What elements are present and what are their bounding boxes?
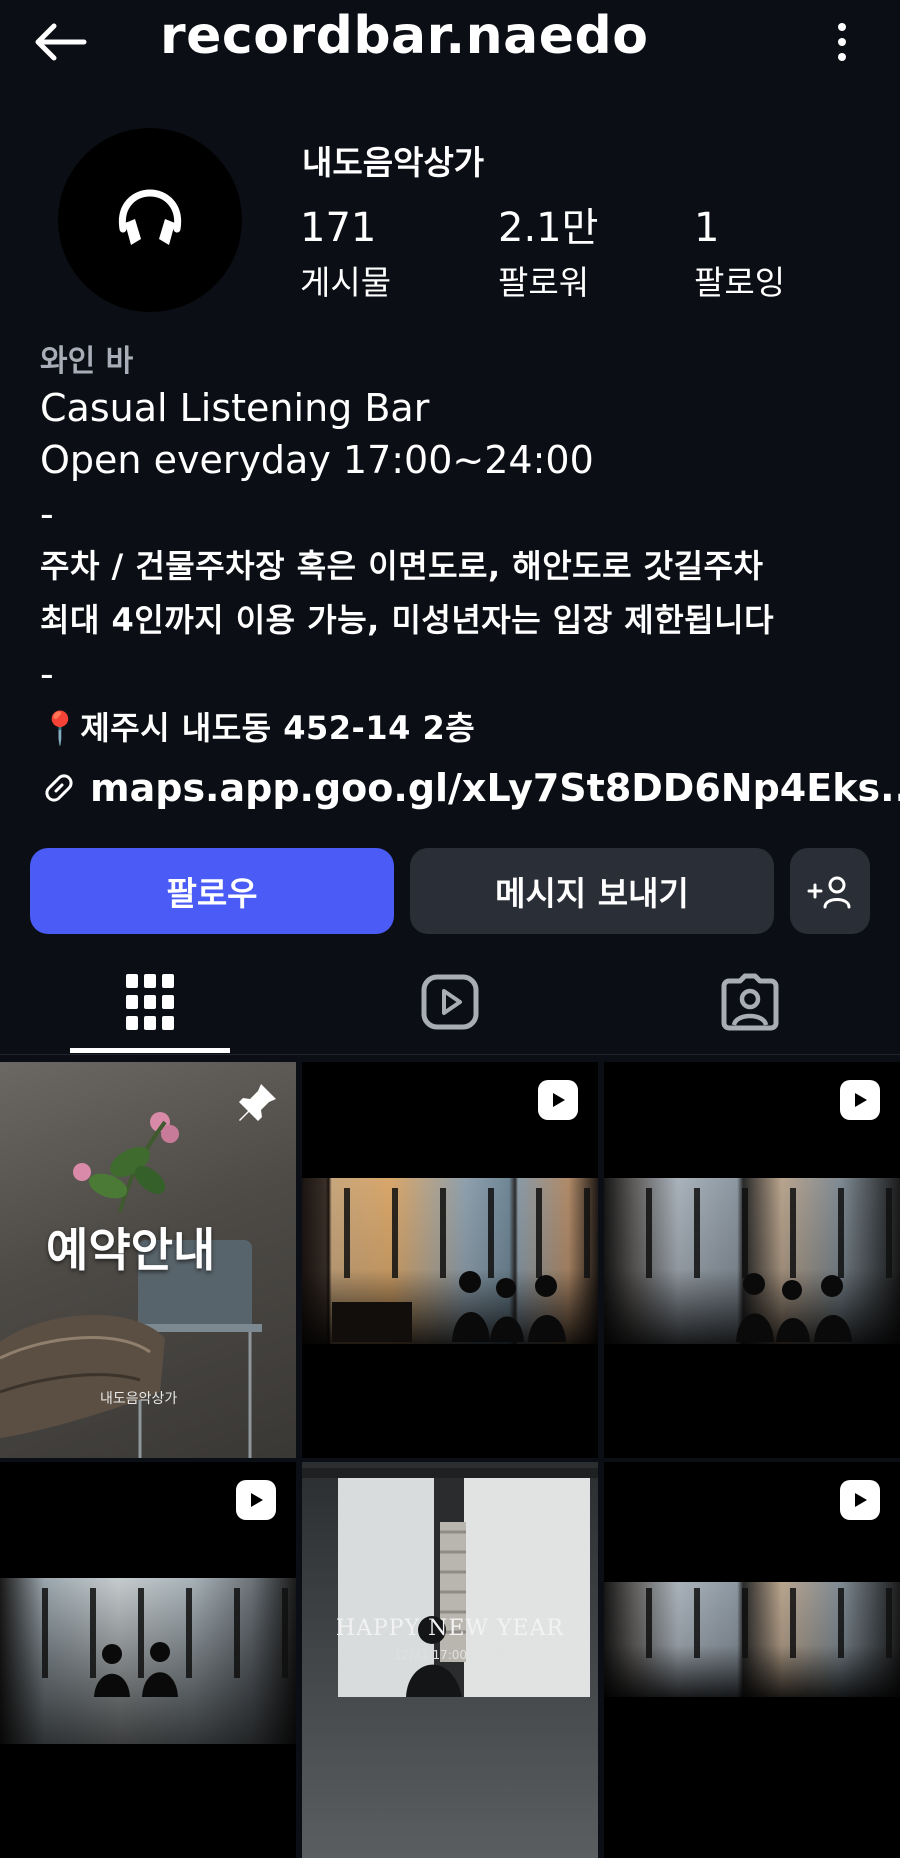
post-title-text: 예약안내 [46,1223,216,1277]
posts-count: 171 [300,205,377,251]
tabs-divider [0,1054,900,1055]
add-person-icon [807,876,851,909]
tagged-person-icon [721,973,779,1031]
following-stat[interactable]: 1 팔로잉 [694,206,864,304]
grid-icon [126,974,174,1030]
reel-icon [840,1480,880,1520]
profile-display-name: 내도음악상가 [302,143,485,182]
following-count: 1 [694,205,720,251]
link-icon [45,774,73,802]
suggested-accounts-button[interactable] [790,848,870,934]
pin-icon [234,1080,280,1130]
bio-line: 주차 / 건물주차장 혹은 이면도로, 해안도로 갓길주차 [40,547,764,585]
back-button[interactable] [28,14,92,70]
bio-location: 📍제주시 내도동 452-14 2층 [40,709,476,747]
bio-line: - [40,652,54,696]
post-tile-reel[interactable] [0,1462,296,1858]
bio-line: - [40,492,54,536]
people-silhouettes [332,1271,566,1342]
reel-icon [236,1480,276,1520]
tab-posts-grid[interactable] [0,950,300,1054]
message-button[interactable]: 메시지 보내기 [410,848,774,934]
people-silhouettes [736,1273,852,1342]
profile-link[interactable]: maps.app.goo.gl/xLy7St8DD6Np4Eks... [40,766,900,810]
post-tile-reel[interactable] [604,1062,900,1458]
posts-stat[interactable]: 171 게시물 [300,206,470,304]
following-label: 팔로잉 [694,263,786,302]
reel-icon [840,1080,880,1120]
reels-play-icon [421,974,479,1030]
bio-line: 최대 4인까지 이용 가능, 미성년자는 입장 제한됩니다 [40,601,775,639]
more-icon-dot [838,38,846,46]
new-year-title: HAPPY NEW YEAR [335,1616,565,1641]
bio-line: Casual Listening Bar [40,386,430,430]
reel-icon [538,1080,578,1120]
more-options-button[interactable] [824,16,860,68]
followers-count: 2.1만 [498,205,599,251]
post-tile-reel[interactable] [604,1462,900,1858]
people-silhouettes [94,1642,178,1697]
more-icon-dot [838,53,846,61]
followers-label: 팔로워 [498,263,590,302]
profile-avatar[interactable] [58,128,242,312]
post-tile-reel[interactable] [302,1062,598,1458]
profile-category: 와인 바 [40,344,134,379]
follow-button[interactable]: 팔로우 [30,848,394,934]
headphones-logo-icon [118,189,182,245]
more-icon-dot [838,23,846,31]
window-frames [604,1588,900,1658]
posts-label: 게시물 [300,263,392,302]
profile-link-text: maps.app.goo.gl/xLy7St8DD6Np4Eks... [90,766,900,810]
followers-stat[interactable]: 2.1만 팔로워 [498,206,668,304]
tab-tagged[interactable] [600,950,900,1054]
arrow-left-icon [35,23,87,61]
post-subtitle-text: 내도음악상가 [100,1391,178,1407]
new-year-time: 12/31 17:00-01:00 [394,1648,506,1662]
post-tile-new-year[interactable]: HAPPY NEW YEAR 12/31 17:00-01:00 [302,1462,598,1858]
post-tile-pinned[interactable]: 예약안내 내도음악상가 [0,1062,296,1458]
bio-line: Open everyday 17:00~24:00 [40,438,594,482]
profile-username: recordbar.naedo [160,6,649,66]
tab-reels[interactable] [300,950,600,1054]
active-tab-indicator [70,1048,230,1053]
